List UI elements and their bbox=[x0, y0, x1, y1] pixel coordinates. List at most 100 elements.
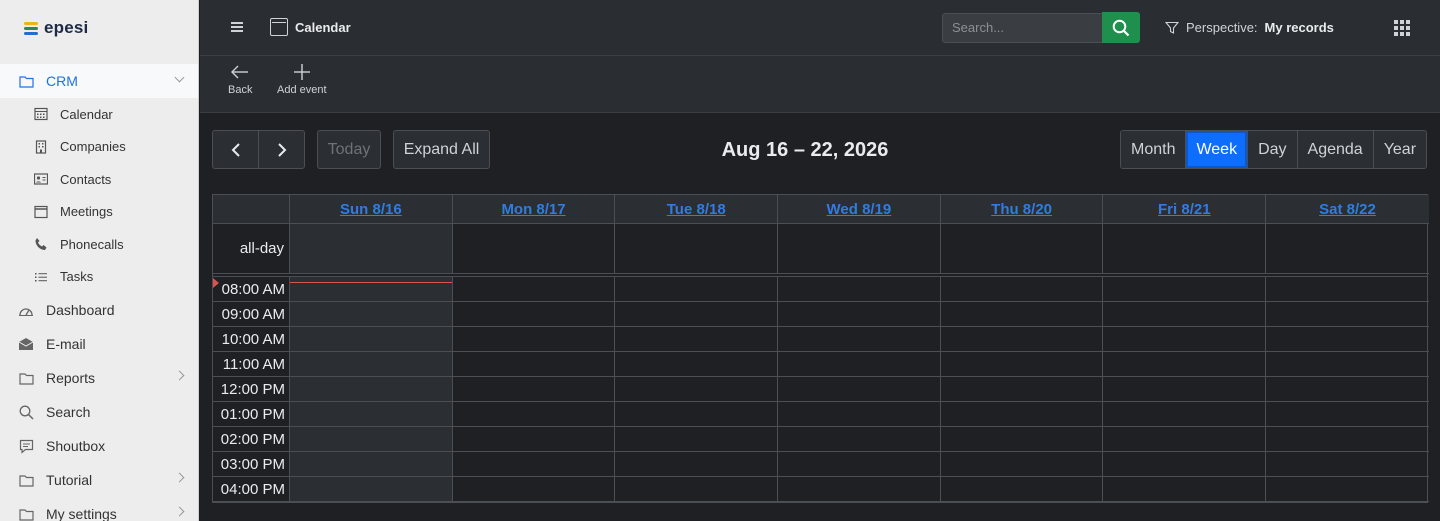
time-slot[interactable] bbox=[452, 427, 616, 452]
day-link[interactable]: Sun 8/16 bbox=[340, 201, 402, 218]
time-slot[interactable] bbox=[290, 452, 453, 477]
sidebar-item-email[interactable]: E-mail bbox=[0, 327, 198, 361]
sidebar-subitem-calendar[interactable]: Calendar bbox=[0, 98, 198, 131]
time-slot[interactable] bbox=[452, 452, 616, 477]
time-slot[interactable] bbox=[290, 277, 453, 302]
day-link[interactable]: Sat 8/22 bbox=[1319, 201, 1376, 218]
time-slot[interactable] bbox=[615, 477, 779, 502]
time-slot[interactable] bbox=[1103, 452, 1267, 477]
time-slot[interactable] bbox=[615, 327, 779, 352]
sidebar-item-shoutbox[interactable]: Shoutbox bbox=[0, 429, 198, 463]
sidebar-item-crm[interactable]: CRM bbox=[0, 64, 198, 98]
time-slot[interactable] bbox=[940, 302, 1104, 327]
time-slot[interactable] bbox=[1103, 327, 1267, 352]
time-slot[interactable] bbox=[1103, 477, 1267, 502]
day-link[interactable]: Fri 8/21 bbox=[1158, 201, 1211, 218]
search-button[interactable] bbox=[1102, 12, 1140, 43]
logo[interactable]: epesi bbox=[24, 18, 88, 38]
time-slot[interactable] bbox=[940, 277, 1104, 302]
time-slot[interactable] bbox=[940, 427, 1104, 452]
view-week-button[interactable]: Week bbox=[1186, 131, 1249, 168]
apps-grid-icon[interactable] bbox=[1394, 20, 1410, 36]
time-slot[interactable] bbox=[290, 377, 453, 402]
sidebar-subitem-phonecalls[interactable]: Phonecalls bbox=[0, 228, 198, 261]
time-slot[interactable] bbox=[615, 452, 779, 477]
time-slot[interactable] bbox=[1266, 277, 1429, 302]
sidebar-item-tutorial[interactable]: Tutorial bbox=[0, 463, 198, 497]
view-agenda-button[interactable]: Agenda bbox=[1297, 131, 1374, 168]
sidebar-item-dashboard[interactable]: Dashboard bbox=[0, 293, 198, 327]
sidebar-subitem-contacts[interactable]: Contacts bbox=[0, 163, 198, 196]
time-slot[interactable] bbox=[452, 277, 616, 302]
time-slot[interactable] bbox=[290, 477, 453, 502]
perspective-selector[interactable]: Perspective: My records bbox=[1165, 20, 1334, 35]
all-day-slot[interactable] bbox=[290, 224, 453, 274]
time-slot[interactable] bbox=[1266, 352, 1429, 377]
view-day-button[interactable]: Day bbox=[1248, 131, 1298, 168]
time-slot[interactable] bbox=[1103, 377, 1267, 402]
time-slot[interactable] bbox=[1103, 277, 1267, 302]
time-slot[interactable] bbox=[290, 302, 453, 327]
expand-all-button[interactable]: Expand All bbox=[393, 130, 490, 169]
prev-week-button[interactable] bbox=[212, 130, 259, 169]
view-year-button[interactable]: Year bbox=[1373, 131, 1427, 168]
time-slot[interactable] bbox=[778, 427, 941, 452]
all-day-slot[interactable] bbox=[940, 224, 1104, 274]
all-day-slot[interactable] bbox=[1103, 224, 1267, 274]
time-slot[interactable] bbox=[452, 477, 616, 502]
time-slot[interactable] bbox=[452, 352, 616, 377]
sidebar-subitem-tasks[interactable]: Tasks bbox=[0, 261, 198, 294]
time-slot[interactable] bbox=[778, 277, 941, 302]
time-slot[interactable] bbox=[615, 302, 779, 327]
time-slot[interactable] bbox=[290, 327, 453, 352]
sidebar-item-reports[interactable]: Reports bbox=[0, 361, 198, 395]
time-slot[interactable] bbox=[1266, 477, 1429, 502]
time-slot[interactable] bbox=[778, 452, 941, 477]
next-week-button[interactable] bbox=[258, 130, 305, 169]
time-slot[interactable] bbox=[290, 427, 453, 452]
all-day-slot[interactable] bbox=[615, 224, 779, 274]
time-slot[interactable] bbox=[940, 377, 1104, 402]
sidebar-item-search[interactable]: Search bbox=[0, 395, 198, 429]
time-slot[interactable] bbox=[290, 352, 453, 377]
time-slot[interactable] bbox=[452, 377, 616, 402]
time-slot[interactable] bbox=[1266, 377, 1429, 402]
time-slot[interactable] bbox=[778, 477, 941, 502]
day-link[interactable]: Tue 8/18 bbox=[667, 201, 726, 218]
time-slot[interactable] bbox=[1103, 427, 1267, 452]
back-button[interactable]: Back bbox=[228, 62, 252, 96]
sidebar-item-my-settings[interactable]: My settings bbox=[0, 497, 198, 521]
time-slot[interactable] bbox=[1103, 302, 1267, 327]
all-day-slot[interactable] bbox=[1266, 224, 1429, 274]
time-slot[interactable] bbox=[290, 402, 453, 427]
time-slot[interactable] bbox=[1103, 352, 1267, 377]
time-slot[interactable] bbox=[615, 402, 779, 427]
time-slot[interactable] bbox=[615, 427, 779, 452]
time-slot[interactable] bbox=[778, 352, 941, 377]
sidebar-subitem-companies[interactable]: Companies bbox=[0, 131, 198, 164]
time-slot[interactable] bbox=[940, 402, 1104, 427]
time-slot[interactable] bbox=[778, 327, 941, 352]
time-slot[interactable] bbox=[1266, 452, 1429, 477]
time-slot[interactable] bbox=[452, 327, 616, 352]
time-slot[interactable] bbox=[615, 352, 779, 377]
all-day-slot[interactable] bbox=[452, 224, 616, 274]
time-slot[interactable] bbox=[778, 377, 941, 402]
search-input[interactable]: Search... bbox=[942, 13, 1103, 43]
time-slot[interactable] bbox=[615, 377, 779, 402]
view-month-button[interactable]: Month bbox=[1121, 131, 1187, 168]
day-link[interactable]: Wed 8/19 bbox=[827, 201, 892, 218]
time-slot[interactable] bbox=[778, 402, 941, 427]
add-event-button[interactable]: Add event bbox=[277, 62, 327, 96]
time-slot[interactable] bbox=[778, 302, 941, 327]
time-slot[interactable] bbox=[1266, 427, 1429, 452]
time-slot[interactable] bbox=[1266, 302, 1429, 327]
time-slot[interactable] bbox=[1103, 402, 1267, 427]
time-slot[interactable] bbox=[940, 352, 1104, 377]
time-slot[interactable] bbox=[940, 477, 1104, 502]
time-slot[interactable] bbox=[452, 402, 616, 427]
time-slot[interactable] bbox=[940, 452, 1104, 477]
time-slot[interactable] bbox=[615, 277, 779, 302]
sidebar-subitem-meetings[interactable]: Meetings bbox=[0, 196, 198, 229]
all-day-slot[interactable] bbox=[778, 224, 941, 274]
